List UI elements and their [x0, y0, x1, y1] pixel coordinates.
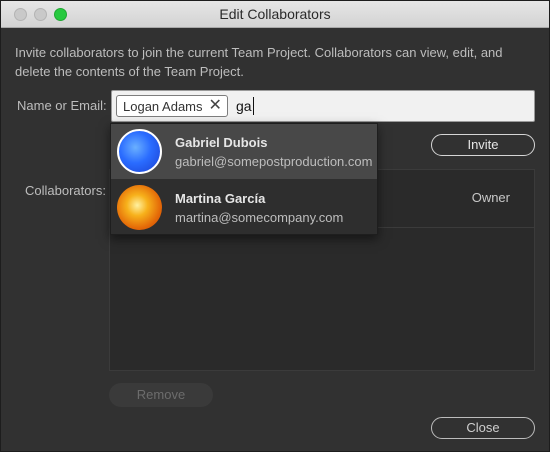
recipient-token[interactable]: Logan Adams ✕ [116, 95, 228, 117]
close-button[interactable]: Close [431, 417, 535, 439]
edit-collaborators-dialog: Edit Collaborators Invite collaborators … [0, 0, 550, 452]
window-title: Edit Collaborators [219, 6, 331, 22]
autocomplete-dropdown: Gabriel Dubois gabriel@somepostproductio… [110, 123, 378, 235]
invite-button[interactable]: Invite [431, 134, 535, 156]
suggestion-email: gabriel@somepostproduction.com [175, 154, 373, 169]
dialog-description: Invite collaborators to join the current… [15, 45, 503, 79]
avatar [117, 129, 162, 174]
name-email-input[interactable]: Logan Adams ✕ ga [111, 90, 535, 122]
title-bar: Edit Collaborators [1, 1, 549, 28]
name-email-label: Name or Email: [17, 98, 107, 113]
remove-button[interactable]: Remove [109, 383, 213, 407]
collaborators-label: Collaborators: [25, 183, 106, 198]
suggestion-name: Martina García [175, 191, 266, 206]
collaborator-role: Owner [471, 190, 510, 205]
suggestion-item[interactable]: Martina García martina@somecompany.com [111, 180, 377, 235]
close-icon[interactable]: ✕ [209, 98, 222, 114]
avatar [117, 185, 162, 230]
typed-query: ga [236, 98, 252, 114]
suggestion-name: Gabriel Dubois [175, 135, 268, 150]
recipient-token-label: Logan Adams [123, 98, 203, 114]
suggestion-email: martina@somecompany.com [175, 210, 344, 225]
suggestion-item[interactable]: Gabriel Dubois gabriel@somepostproductio… [111, 124, 377, 179]
text-caret [253, 97, 254, 115]
